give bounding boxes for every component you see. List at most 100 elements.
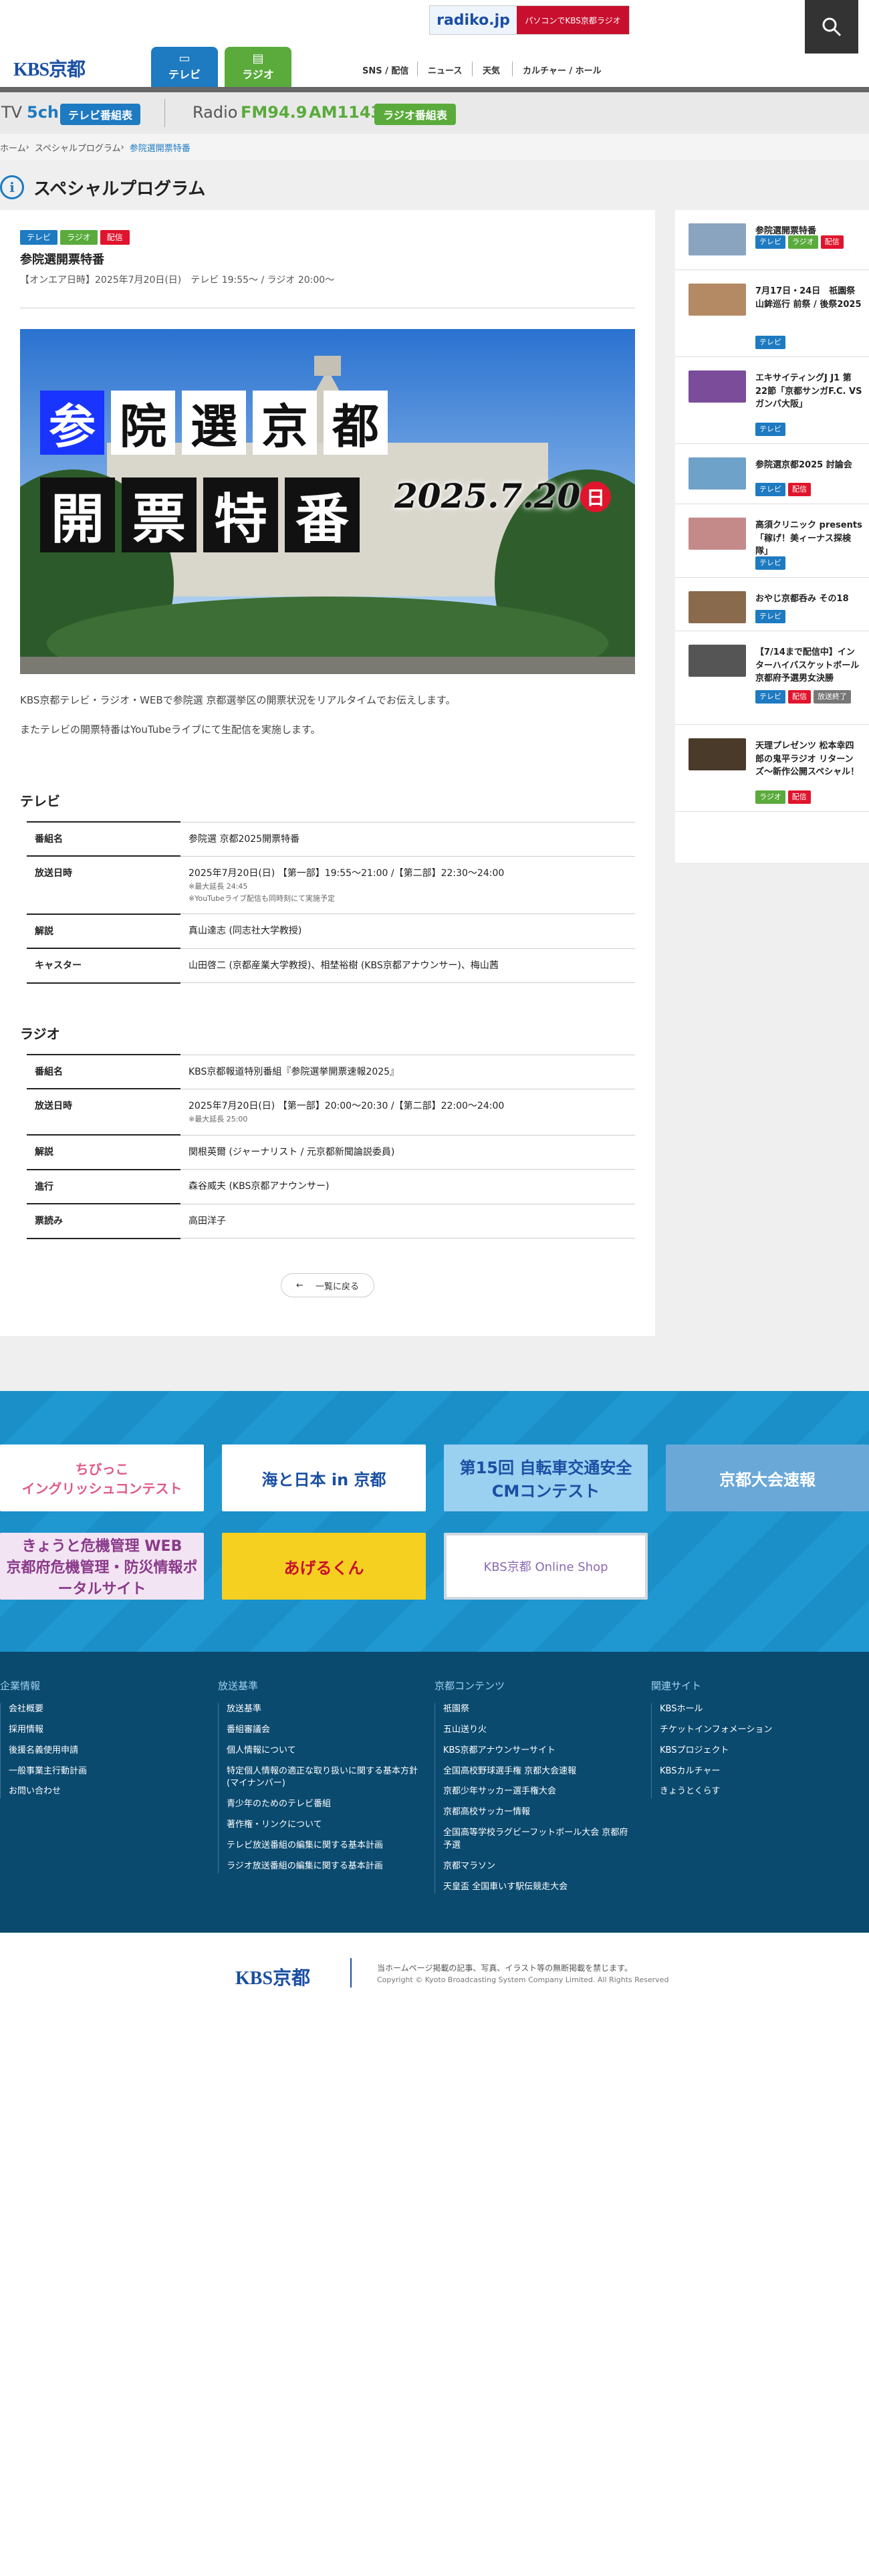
tag-tv: テレビ — [755, 483, 785, 496]
radio-section-heading: ラジオ — [20, 1026, 60, 1042]
footer-link-list: KBSホール チケットインフォメーション KBSプロジェクト KBSカルチャー きょうと… — [651, 1703, 852, 1799]
am-frequency: AM1143 — [309, 103, 382, 122]
tv-section-heading: テレビ — [20, 793, 60, 809]
sidebar-item[interactable]: 天理プレゼンツ 松本幸四郎の鬼平ラジオ リターンズ〜新作公開スペシャル！ ラジオ配… — [675, 725, 869, 812]
tag-stream: 配信 — [788, 690, 811, 704]
sidebar-item[interactable]: 高須クリニック presents「稼げ！美ィーナス探検隊」 テレビ — [675, 504, 869, 578]
banner-link[interactable]: きょうと危機管理 WEB 京都府危機管理・防災情報ポータルサイト — [0, 1533, 204, 1600]
nav-culture[interactable]: カルチャー / ホール — [523, 64, 602, 76]
sidebar-item-tags: テレビ ラジオ 配信 — [755, 235, 846, 249]
value-text: 森谷威夫 (KBS京都アナウンサー) — [189, 1181, 330, 1192]
footer-divider — [350, 1958, 352, 1988]
sidebar-item[interactable]: 【7/14まで配信中】インターハイバスケットボール京都府予選男女決勝 テレビ 配信放… — [675, 631, 869, 725]
site-logo[interactable]: KBS京都 — [13, 55, 86, 82]
footer-link[interactable]: 個人情報について — [225, 1745, 418, 1757]
footer-link[interactable]: 青少年のためのテレビ番組 — [225, 1798, 418, 1811]
breadcrumb: ホーム › スペシャルプログラム › 参院選開票特番 — [0, 134, 869, 160]
footer-link[interactable]: 京都マラソン — [442, 1860, 635, 1873]
header-divider — [0, 87, 869, 92]
footer-link[interactable]: チケットインフォメーション — [658, 1724, 852, 1737]
nav-weather[interactable]: 天気 — [483, 64, 500, 76]
hero-image: 参 院 選 京 都 開 票 特 番 2025.7.20 日 — [20, 329, 635, 674]
footer-column: 放送基準 放送基準番組審議会個人情報について特定個人情報の適正な取り扱いに関する基… — [218, 1679, 418, 1881]
breadcrumb-home[interactable]: ホーム — [0, 141, 26, 154]
sidebar-item[interactable]: 参院選開票特番 テレビ ラジオ 配信 — [675, 210, 869, 270]
nav-news[interactable]: ニュース — [428, 64, 462, 76]
banner-link[interactable]: 第15回 自転車交通安全 CMコンテスト — [444, 1444, 648, 1511]
footer-link[interactable]: 会社概要 — [7, 1703, 201, 1716]
banner-link[interactable]: 京都大会速報 — [666, 1444, 869, 1511]
footer-link[interactable]: 京都少年サッカー選手権大会 — [442, 1786, 635, 1798]
footer-link[interactable]: 京都高校サッカー情報 — [442, 1806, 635, 1819]
banner-link[interactable]: 海と日本 in 京都 — [222, 1444, 426, 1511]
nav-sns[interactable]: SNS / 配信 — [362, 64, 408, 76]
footer-link[interactable]: 採用情報 — [7, 1724, 201, 1737]
tag-tv: テレビ — [755, 336, 785, 349]
footer-link[interactable]: 後援名義使用申請 — [7, 1745, 201, 1757]
radio-schedule-button[interactable]: ラジオ番組表 — [374, 104, 456, 125]
footer-link[interactable]: 天皇盃 全国車いす駅伝競走大会 — [442, 1881, 635, 1894]
footer-logo[interactable]: KBS京都 — [235, 1963, 310, 1990]
banner-link[interactable]: KBS京都 Online Shop — [444, 1533, 648, 1600]
tab-radio[interactable]: ▤ ラジオ — [225, 47, 291, 87]
tag-tv: テレビ — [755, 556, 785, 570]
radio-label: Radio — [193, 103, 238, 122]
footer-link[interactable]: KBSホール — [658, 1703, 852, 1716]
table-value: KBS京都報道特別番組『参院選挙開票速報2025』 — [180, 1054, 635, 1089]
banner-link[interactable]: ちびっこ イングリッシュコンテスト — [0, 1444, 204, 1511]
tv-schedule-button[interactable]: テレビ番組表 — [60, 104, 140, 125]
fm-frequency: FM94.9 — [241, 103, 307, 122]
footer-link[interactable]: 祇園祭 — [442, 1703, 635, 1716]
footer-link[interactable]: 著作権・リンクについて — [225, 1819, 418, 1832]
value-note: ※最大延長 25:00 — [189, 1115, 248, 1124]
program-thumbnail — [689, 223, 746, 255]
hero-char: 京 — [253, 391, 317, 455]
footer-link[interactable]: KBSプロジェクト — [658, 1745, 852, 1757]
footer-link[interactable]: 放送基準 — [225, 1703, 418, 1716]
sidebar-item[interactable]: 7月17日・24日 祇園祭 山鉾巡行 前祭 / 後祭2025 テレビ — [675, 270, 869, 357]
hero-title-line1: 参 院 選 京 都 — [40, 391, 388, 455]
sidebar-item-title: おやじ京都呑み その18 — [755, 594, 849, 604]
table-row: 票読み 高田洋子 — [27, 1203, 635, 1239]
radiko-logo: radiko.jp — [430, 6, 517, 34]
tab-tv[interactable]: ▭ テレビ — [151, 47, 218, 87]
table-row: 放送日時 2025年7月20日(日) 【第一部】19:55〜21:00 /【第二部… — [27, 855, 635, 914]
page-heading: i スペシャルプログラム — [0, 169, 205, 206]
footer-bottom — [0, 1933, 869, 2576]
sidebar-item[interactable]: 参院選京都2025 討論会 テレビ 配信 — [675, 444, 869, 504]
search-icon — [822, 17, 842, 37]
footer-link[interactable]: KBS京都アナウンサーサイト — [442, 1745, 635, 1757]
sidebar-item[interactable]: おやじ京都呑み その18 テレビ — [675, 578, 869, 631]
footer-link[interactable]: テレビ放送番組の編集に関する基本計画 — [225, 1840, 418, 1852]
tag-stream: 配信 — [788, 483, 811, 496]
footer-column: 企業情報 会社概要 採用情報 後援名義使用申請 一般事業主行動計画 お問い合わせ — [0, 1679, 201, 1806]
footer-link[interactable]: KBSカルチャー — [658, 1765, 852, 1778]
article-title: 参院選開票特番 — [20, 253, 104, 267]
footer-column: 京都コンテンツ 祇園祭 五山送り火 KBS京都アナウンサーサイト 全国高校野球選手権 京… — [434, 1679, 635, 1901]
banner-area — [0, 1391, 869, 1652]
footer-link[interactable]: 全国高校野球選手権 京都大会速報 — [442, 1765, 635, 1778]
back-to-list-button[interactable]: ← 一覧に戻る — [281, 1273, 374, 1297]
sidebar-item[interactable]: エキサイティングJ J1 第22節「京都サンガF.C. VS ガンバ大阪」 テレビ — [675, 357, 869, 444]
tv-channel: 5ch — [27, 103, 59, 122]
footer-column: 関連サイト KBSホール チケットインフォメーション KBSプロジェクト KBSカルチャ… — [651, 1679, 852, 1806]
footer-link[interactable]: 特定個人情報の適正な取り扱いに関する基本方針(マイナンバー) — [225, 1765, 418, 1791]
search-button[interactable] — [805, 0, 858, 53]
banner-link[interactable]: あげるくん — [222, 1533, 426, 1600]
footer-link[interactable]: 全国高等学校ラグビーフットボール大会 京都府予選 — [442, 1827, 635, 1852]
footer-link[interactable]: ラジオ放送番組の編集に関する基本計画 — [225, 1860, 418, 1873]
footer-column-heading: 関連サイト — [651, 1680, 702, 1692]
breadcrumb-special[interactable]: スペシャルプログラム — [35, 141, 121, 154]
tag-radio: ラジオ — [755, 790, 785, 804]
footer-link[interactable]: お問い合わせ — [7, 1786, 201, 1798]
footer-link[interactable]: 一般事業主行動計画 — [7, 1765, 201, 1778]
tag-radio: ラジオ — [788, 235, 818, 249]
table-key: 票読み — [27, 1203, 180, 1239]
footer-link[interactable]: 五山送り火 — [442, 1724, 635, 1737]
footer-link[interactable]: きょうとくらす — [658, 1786, 852, 1798]
nav-divider — [417, 62, 418, 76]
footer-link[interactable]: 番組審議会 — [225, 1724, 418, 1737]
hero-char: 参 — [40, 391, 104, 455]
radiko-banner[interactable]: radiko.jp パソコンでKBS京都ラジオ — [429, 5, 630, 35]
footer-link-list: 放送基準番組審議会個人情報について特定個人情報の適正な取り扱いに関する基本方針(… — [218, 1703, 418, 1873]
